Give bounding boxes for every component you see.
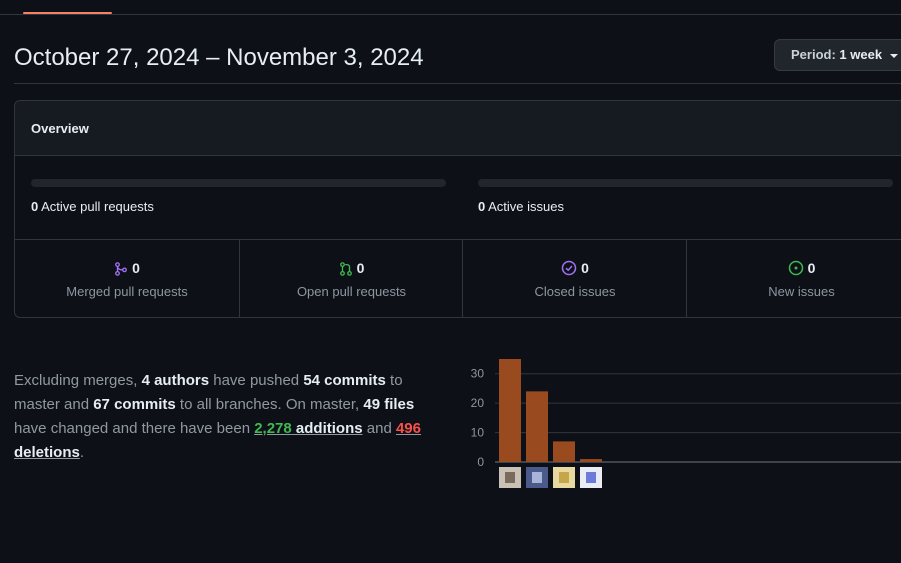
open-pr-icon — [339, 262, 352, 276]
bar-author-2 — [526, 391, 548, 462]
page-title: October 27, 2024 – November 3, 2024 — [14, 44, 424, 71]
closed-issues-stat[interactable]: 0 Closed issues — [462, 240, 687, 317]
deletions-label: deletions — [14, 444, 80, 461]
summary-text: have pushed — [209, 372, 304, 389]
active-issues-bar — [478, 179, 893, 187]
y-tick-label: 30 — [471, 367, 485, 381]
y-tick-label: 0 — [477, 455, 484, 469]
new-issues-stat[interactable]: 0 New issues — [686, 240, 901, 317]
merged-pr-icon — [115, 262, 127, 276]
new-issue-icon — [788, 260, 803, 276]
active-issues-summary[interactable]: 0 Active issues — [478, 199, 564, 214]
commits-master-count: 54 commits — [303, 372, 386, 389]
closed-issue-icon — [561, 260, 577, 276]
avatar-author-2 — [526, 467, 548, 488]
files-count: 49 files — [363, 396, 415, 413]
active-prs-label: Active pull requests — [41, 199, 154, 214]
period-value: 1 week — [839, 47, 883, 62]
open-prs-count: 0 — [356, 260, 365, 276]
new-issues-label: New issues — [768, 284, 835, 299]
active-prs-summary[interactable]: 0 Active pull requests — [31, 199, 154, 214]
additions-label: additions — [291, 420, 363, 437]
additions-link[interactable]: 2,278 additions — [254, 420, 362, 437]
closed-issues-count: 0 — [581, 260, 589, 276]
open-prs-label: Open pull requests — [296, 284, 407, 299]
authors-count: 4 authors — [141, 372, 210, 389]
chart-avatars — [499, 467, 602, 488]
overview-header: Overview — [15, 101, 901, 156]
overview-box: Overview 0 Active pull requests 0 Active… — [14, 100, 901, 318]
y-tick-label: 20 — [471, 396, 485, 410]
avatar-author-3 — [553, 467, 575, 488]
commits-all-count: 67 commits — [93, 396, 176, 413]
summary-text: . — [79, 444, 85, 461]
summary-text: and — [362, 420, 396, 437]
y-tick-label: 10 — [471, 426, 485, 440]
caret-down-icon — [889, 53, 898, 58]
merged-prs-label: Merged pull requests — [66, 284, 188, 299]
open-prs-stat[interactable]: 0 Open pull requests — [239, 240, 463, 317]
commit-summary: Excluding merges, 4 authors have pushed … — [14, 369, 444, 465]
avatar-author-1 — [499, 467, 521, 488]
additions-count: 2,278 — [254, 420, 292, 437]
active-prs-count: 0 — [31, 199, 39, 214]
active-issues-count: 0 — [478, 199, 486, 214]
contributors-bar-chart: 0 10 20 30 — [471, 359, 901, 488]
deletions-count: 496 — [395, 420, 421, 437]
avatar-author-4 — [580, 467, 602, 488]
new-issues-count: 0 — [807, 260, 816, 276]
top-nav-bar — [0, 0, 901, 15]
overview-title: Overview — [31, 121, 89, 136]
period-dropdown-button[interactable]: Period: 1 week — [774, 39, 901, 71]
chart-bars — [499, 359, 602, 462]
summary-text: to all branches. On master, — [175, 396, 364, 413]
merged-prs-stat[interactable]: 0 Merged pull requests — [15, 240, 239, 317]
summary-text: Excluding merges, — [14, 372, 142, 389]
bar-author-4 — [580, 459, 602, 462]
active-tab-indicator — [23, 12, 112, 14]
bar-author-3 — [553, 441, 575, 462]
active-prs-bar — [31, 179, 446, 187]
active-issues-label: Active issues — [488, 199, 565, 214]
closed-issues-label: Closed issues — [534, 284, 616, 299]
summary-text: have changed and there have been — [14, 420, 255, 437]
period-label: Period: — [791, 47, 836, 62]
bar-author-1 — [499, 359, 521, 462]
merged-prs-count: 0 — [132, 260, 140, 276]
divider — [14, 83, 901, 84]
